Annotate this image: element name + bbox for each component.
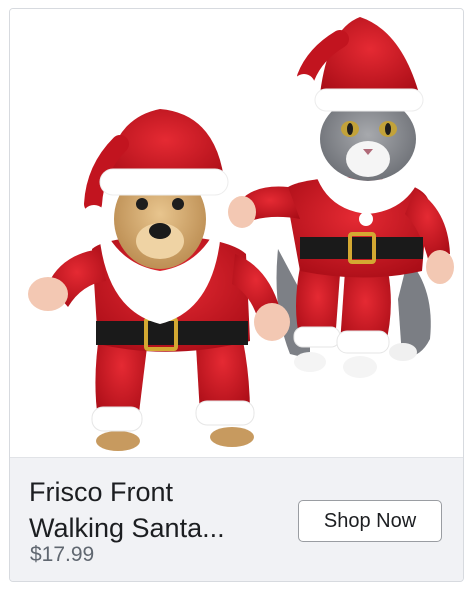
ad-footer: Frisco Front Walking Santa... $17.99 Sho…	[10, 457, 463, 581]
santa-costume-illustration	[28, 17, 454, 451]
ad-card[interactable]: Frisco Front Walking Santa... $17.99 Sho…	[9, 8, 464, 582]
shop-now-button[interactable]: Shop Now	[298, 500, 442, 542]
product-title[interactable]: Frisco Front Walking Santa...	[29, 474, 274, 546]
dog-in-santa-costume	[28, 109, 290, 451]
product-price: $17.99	[30, 543, 95, 566]
product-image[interactable]	[10, 9, 463, 457]
